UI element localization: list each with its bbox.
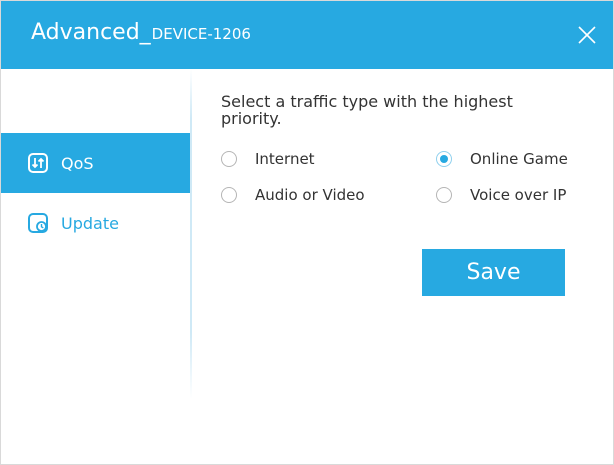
radio-button[interactable] xyxy=(221,151,237,167)
radio-label: Audio or Video xyxy=(255,186,365,204)
close-button[interactable] xyxy=(575,23,599,47)
radio-label: Voice over IP xyxy=(470,186,567,204)
update-icon xyxy=(27,212,49,234)
sidebar-item-label: Update xyxy=(61,213,119,233)
radio-button[interactable] xyxy=(436,187,452,203)
radio-online-game[interactable]: Online Game xyxy=(436,150,568,168)
radio-internet[interactable]: Internet xyxy=(221,150,315,168)
sidebar-item-update[interactable]: Update xyxy=(1,193,191,253)
radio-label: Online Game xyxy=(470,150,568,168)
sidebar-item-qos[interactable]: QoS xyxy=(1,133,191,193)
sidebar-divider xyxy=(190,69,192,399)
title-text: Advanced_ xyxy=(31,20,151,45)
device-name: DEVICE-1206 xyxy=(151,25,251,43)
title-bar: Advanced_DEVICE-1206 xyxy=(1,1,613,69)
save-button[interactable]: Save xyxy=(422,249,565,296)
radio-button[interactable] xyxy=(221,187,237,203)
sidebar: QoS Update xyxy=(1,69,191,464)
close-icon xyxy=(578,26,596,44)
qos-panel: Select a traffic type with the highest p… xyxy=(221,93,521,127)
radio-label: Internet xyxy=(255,150,315,168)
radio-button[interactable] xyxy=(436,151,452,167)
sidebar-item-label: QoS xyxy=(61,153,94,173)
advanced-dialog: Advanced_DEVICE-1206 QoS Update Select a… xyxy=(0,0,614,465)
radio-voice-over-ip[interactable]: Voice over IP xyxy=(436,186,566,204)
radio-audio-video[interactable]: Audio or Video xyxy=(221,186,365,204)
qos-prompt: Select a traffic type with the highest p… xyxy=(221,92,513,128)
qos-icon xyxy=(27,152,49,174)
dialog-title: Advanced_DEVICE-1206 xyxy=(31,19,251,48)
